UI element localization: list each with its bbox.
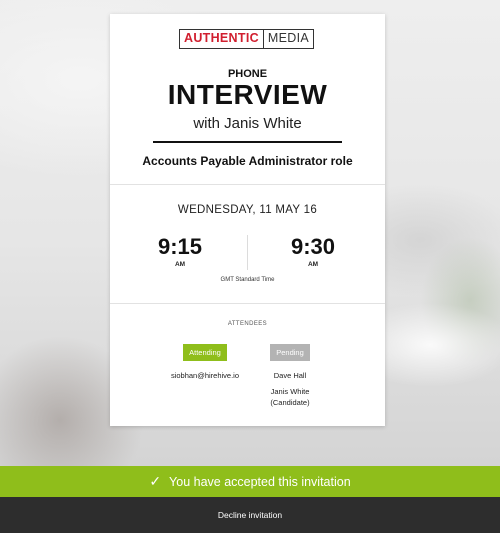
brand-logo: AUTHENTIC MEDIA — [179, 29, 315, 49]
start-time-ampm: AM — [174, 261, 186, 268]
attendees-heading: ATTENDEES — [227, 321, 268, 327]
decline-invitation-button[interactable]: Decline invitation — [0, 497, 500, 533]
time-divider — [247, 235, 248, 270]
timezone-label: GMT Standard Time — [220, 277, 275, 283]
candidate-name-line: Janis White — [270, 387, 310, 396]
end-time: 9:30 AM — [263, 234, 363, 268]
start-time: 9:15 AM — [130, 234, 230, 268]
section-divider — [110, 184, 385, 185]
decline-label: Decline invitation — [217, 510, 283, 520]
status-badge-attending: Attending — [183, 344, 227, 361]
interviewee-line: with Janis White — [193, 115, 302, 132]
invitation-card: AUTHENTIC MEDIA PHONE INTERVIEW with Jan… — [110, 14, 385, 426]
section-divider — [110, 303, 385, 304]
interview-date: WEDNESDAY, 11 MAY 16 — [177, 204, 318, 216]
status-badge-pending: Pending — [270, 344, 310, 361]
candidate-name: Janis White (Candidate) — [240, 386, 340, 408]
attendee-name: Dave Hall — [273, 371, 307, 380]
accepted-text: You have accepted this invitation — [169, 474, 351, 489]
page-title: INTERVIEW — [167, 79, 328, 110]
check-icon: ✓ — [149, 473, 162, 489]
candidate-role-line: (Candidate) — [270, 398, 310, 407]
start-time-value: 9:15 — [157, 234, 203, 259]
logo-part-authentic: AUTHENTIC — [180, 30, 263, 48]
logo-part-media: MEDIA — [262, 30, 314, 48]
role-title: Accounts Payable Administrator role — [142, 154, 353, 168]
title-divider — [153, 141, 342, 143]
attendee-column: Pending Dave Hall Janis White (Candidate… — [240, 342, 340, 408]
accepted-banner: ✓ You have accepted this invitation — [0, 466, 500, 497]
end-time-ampm: AM — [307, 261, 319, 268]
end-time-value: 9:30 — [290, 234, 336, 259]
